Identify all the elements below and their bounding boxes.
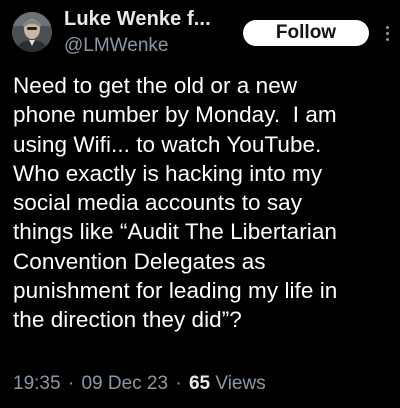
views-label: Views: [215, 373, 266, 394]
author-display-name[interactable]: Luke Wenke f...: [64, 8, 211, 31]
tweet-meta: 19:35 · 09 Dec 23 · 65 Views: [13, 373, 266, 395]
meta-separator: ·: [175, 373, 182, 394]
avatar[interactable]: [12, 12, 52, 52]
tweet-text: Need to get the old or a new phone numbe…: [13, 73, 338, 333]
tweet-card: Luke Wenke f... @LMWenke Follow Need to …: [0, 0, 400, 408]
author-handle[interactable]: @LMWenke: [64, 35, 168, 57]
tweet-time[interactable]: 19:35: [13, 373, 61, 394]
tweet-header: Luke Wenke f... @LMWenke Follow: [0, 0, 400, 62]
more-dot: [385, 32, 389, 35]
more-options-icon[interactable]: [381, 24, 393, 44]
follow-button[interactable]: Follow: [243, 20, 369, 46]
more-dot: [385, 38, 389, 41]
avatar-image: [12, 12, 52, 52]
tweet-date[interactable]: 09 Dec 23: [81, 373, 168, 394]
more-dot: [385, 26, 389, 29]
meta-separator: ·: [67, 373, 75, 394]
views-count[interactable]: 65: [189, 373, 210, 394]
